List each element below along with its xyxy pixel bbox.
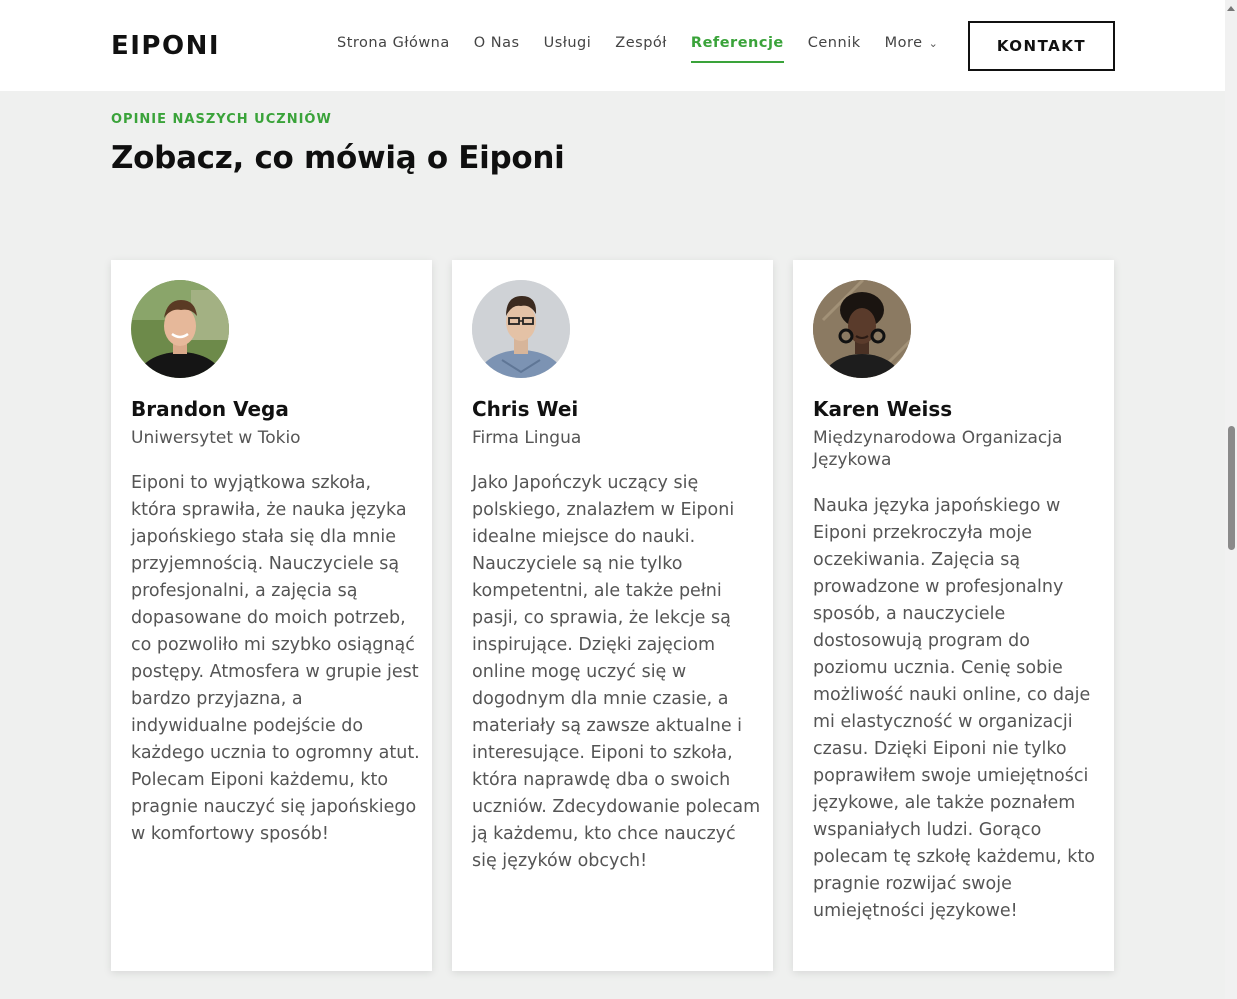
testimonial-name: Brandon Vega	[131, 397, 289, 421]
testimonial-name: Karen Weiss	[813, 397, 953, 421]
testimonial-quote: Eiponi to wyjątkowa szkoła, która sprawi…	[131, 473, 420, 844]
nav-item-references[interactable]: Referencje	[690, 35, 784, 63]
testimonial-quote: Jako Japończyk uczący się polskiego, zna…	[472, 473, 761, 871]
nav-more-label: More	[884, 35, 923, 51]
site-logo[interactable]: EIPONI	[111, 31, 220, 61]
testimonial-quote: Nauka języka japońskiego w Eiponi przekr…	[813, 496, 1095, 921]
nav-item-services[interactable]: Usługi	[544, 35, 592, 63]
nav-item-home[interactable]: Strona Główna	[337, 35, 450, 63]
testimonial-name: Chris Wei	[472, 397, 579, 421]
contact-button[interactable]: KONTAKT	[968, 21, 1115, 71]
avatar	[813, 280, 911, 378]
nav-item-team[interactable]: Zespół	[615, 35, 667, 63]
avatar	[131, 280, 229, 378]
avatar	[472, 280, 570, 378]
nav-item-more[interactable]: More ⌄	[885, 35, 939, 63]
nav-item-pricing[interactable]: Cennik	[808, 35, 861, 63]
testimonial-card: Chris Wei Firma Lingua Jako Japończyk uc…	[452, 260, 773, 971]
testimonial-org: Międzynarodowa Organizacja Językowa	[813, 428, 1063, 470]
testimonial-card: Karen Weiss Międzynarodowa Organizacja J…	[793, 260, 1114, 971]
section-title: Zobacz, co mówią o Eiponi	[111, 140, 565, 176]
site-header: EIPONI Strona Główna O Nas Usługi Zespół…	[0, 0, 1225, 91]
main-nav: Strona Główna O Nas Usługi Zespół Refere…	[337, 35, 962, 63]
testimonial-org: Firma Lingua	[472, 428, 582, 448]
scroll-up-arrow-icon[interactable]	[1227, 6, 1235, 11]
nav-item-about[interactable]: O Nas	[474, 35, 520, 63]
scroll-thumb[interactable]	[1228, 426, 1235, 550]
chevron-down-icon: ⌄	[928, 37, 939, 50]
section-eyebrow: OPINIE NASZYCH UCZNIÓW	[111, 112, 332, 127]
testimonial-card: Brandon Vega Uniwersytet w Tokio Eiponi …	[111, 260, 432, 971]
testimonial-org: Uniwersytet w Tokio	[131, 428, 301, 448]
page-scrollbar[interactable]	[1225, 0, 1237, 999]
